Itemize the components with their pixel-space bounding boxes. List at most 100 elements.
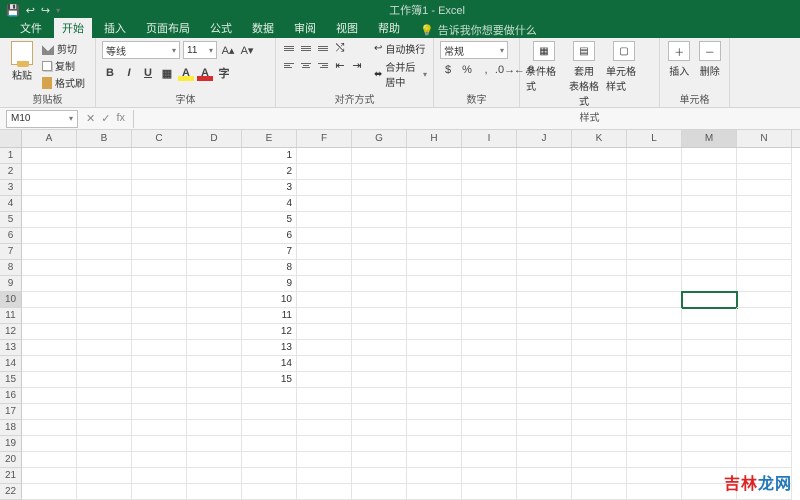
border-button[interactable]: ▦ [159,65,175,81]
cell-A13[interactable] [22,340,77,356]
align-center-button[interactable] [299,58,313,72]
cell-F10[interactable] [297,292,352,308]
cell-E18[interactable] [242,420,297,436]
column-header-J[interactable]: J [517,130,572,147]
cell-E7[interactable]: 7 [242,244,297,260]
cell-M18[interactable] [682,420,737,436]
cell-G19[interactable] [352,436,407,452]
cell-M15[interactable] [682,372,737,388]
cell-I7[interactable] [462,244,517,260]
cell-J2[interactable] [517,164,572,180]
cell-J19[interactable] [517,436,572,452]
cell-J12[interactable] [517,324,572,340]
cell-F9[interactable] [297,276,352,292]
cell-N4[interactable] [737,196,792,212]
cell-A6[interactable] [22,228,77,244]
cell-K21[interactable] [572,468,627,484]
cell-M10[interactable] [682,292,737,308]
cell-G7[interactable] [352,244,407,260]
insert-cells-button[interactable]: ＋插入 [666,41,693,78]
cell-A1[interactable] [22,148,77,164]
tab-file[interactable]: 文件 [12,18,50,38]
cell-L21[interactable] [627,468,682,484]
copy-button[interactable]: 复制 [42,58,85,73]
cell-I11[interactable] [462,308,517,324]
cell-E8[interactable]: 8 [242,260,297,276]
cell-C3[interactable] [132,180,187,196]
row-header-17[interactable]: 17 [0,404,22,420]
cell-J6[interactable] [517,228,572,244]
cell-L5[interactable] [627,212,682,228]
cell-K14[interactable] [572,356,627,372]
cell-C5[interactable] [132,212,187,228]
cell-M20[interactable] [682,452,737,468]
cell-D21[interactable] [187,468,242,484]
cell-D18[interactable] [187,420,242,436]
cell-M2[interactable] [682,164,737,180]
row-header-3[interactable]: 3 [0,180,22,196]
cell-D1[interactable] [187,148,242,164]
cell-C20[interactable] [132,452,187,468]
cell-A19[interactable] [22,436,77,452]
cell-D2[interactable] [187,164,242,180]
cell-H13[interactable] [407,340,462,356]
cell-J22[interactable] [517,484,572,500]
row-header-11[interactable]: 11 [0,308,22,324]
row-header-16[interactable]: 16 [0,388,22,404]
cell-M7[interactable] [682,244,737,260]
cell-H16[interactable] [407,388,462,404]
cell-B5[interactable] [77,212,132,228]
cell-C18[interactable] [132,420,187,436]
cell-J17[interactable] [517,404,572,420]
row-header-20[interactable]: 20 [0,452,22,468]
cell-B10[interactable] [77,292,132,308]
cell-I18[interactable] [462,420,517,436]
row-header-14[interactable]: 14 [0,356,22,372]
cell-L1[interactable] [627,148,682,164]
cell-C2[interactable] [132,164,187,180]
tab-help[interactable]: 帮助 [370,18,408,38]
cell-I1[interactable] [462,148,517,164]
cell-A9[interactable] [22,276,77,292]
cell-D16[interactable] [187,388,242,404]
cell-D15[interactable] [187,372,242,388]
cell-K5[interactable] [572,212,627,228]
row-header-10[interactable]: 10 [0,292,22,308]
cell-A15[interactable] [22,372,77,388]
cell-I12[interactable] [462,324,517,340]
cell-I5[interactable] [462,212,517,228]
redo-icon[interactable]: ↪ [41,4,50,17]
undo-icon[interactable]: ↩ [26,4,35,17]
cell-C4[interactable] [132,196,187,212]
cell-K7[interactable] [572,244,627,260]
cell-E17[interactable] [242,404,297,420]
increase-font-button[interactable]: A▴ [220,42,236,58]
cell-F20[interactable] [297,452,352,468]
cell-D8[interactable] [187,260,242,276]
cell-I9[interactable] [462,276,517,292]
cell-B16[interactable] [77,388,132,404]
merge-center-button[interactable]: ⬌合并后居中▾ [374,59,427,89]
cell-F1[interactable] [297,148,352,164]
cell-C19[interactable] [132,436,187,452]
name-box[interactable]: M10▾ [6,110,78,128]
cell-N13[interactable] [737,340,792,356]
row-header-21[interactable]: 21 [0,468,22,484]
comma-button[interactable]: , [478,62,494,78]
cell-J18[interactable] [517,420,572,436]
cell-N21[interactable] [737,468,792,484]
cell-E4[interactable]: 4 [242,196,297,212]
currency-button[interactable]: $ [440,62,456,78]
cell-L20[interactable] [627,452,682,468]
cell-H18[interactable] [407,420,462,436]
cell-G10[interactable] [352,292,407,308]
cell-B7[interactable] [77,244,132,260]
cell-C8[interactable] [132,260,187,276]
cell-H4[interactable] [407,196,462,212]
cell-H8[interactable] [407,260,462,276]
column-header-E[interactable]: E [242,130,297,147]
cell-D4[interactable] [187,196,242,212]
cell-C7[interactable] [132,244,187,260]
phonetic-button[interactable]: 字 [216,65,232,81]
column-header-C[interactable]: C [132,130,187,147]
